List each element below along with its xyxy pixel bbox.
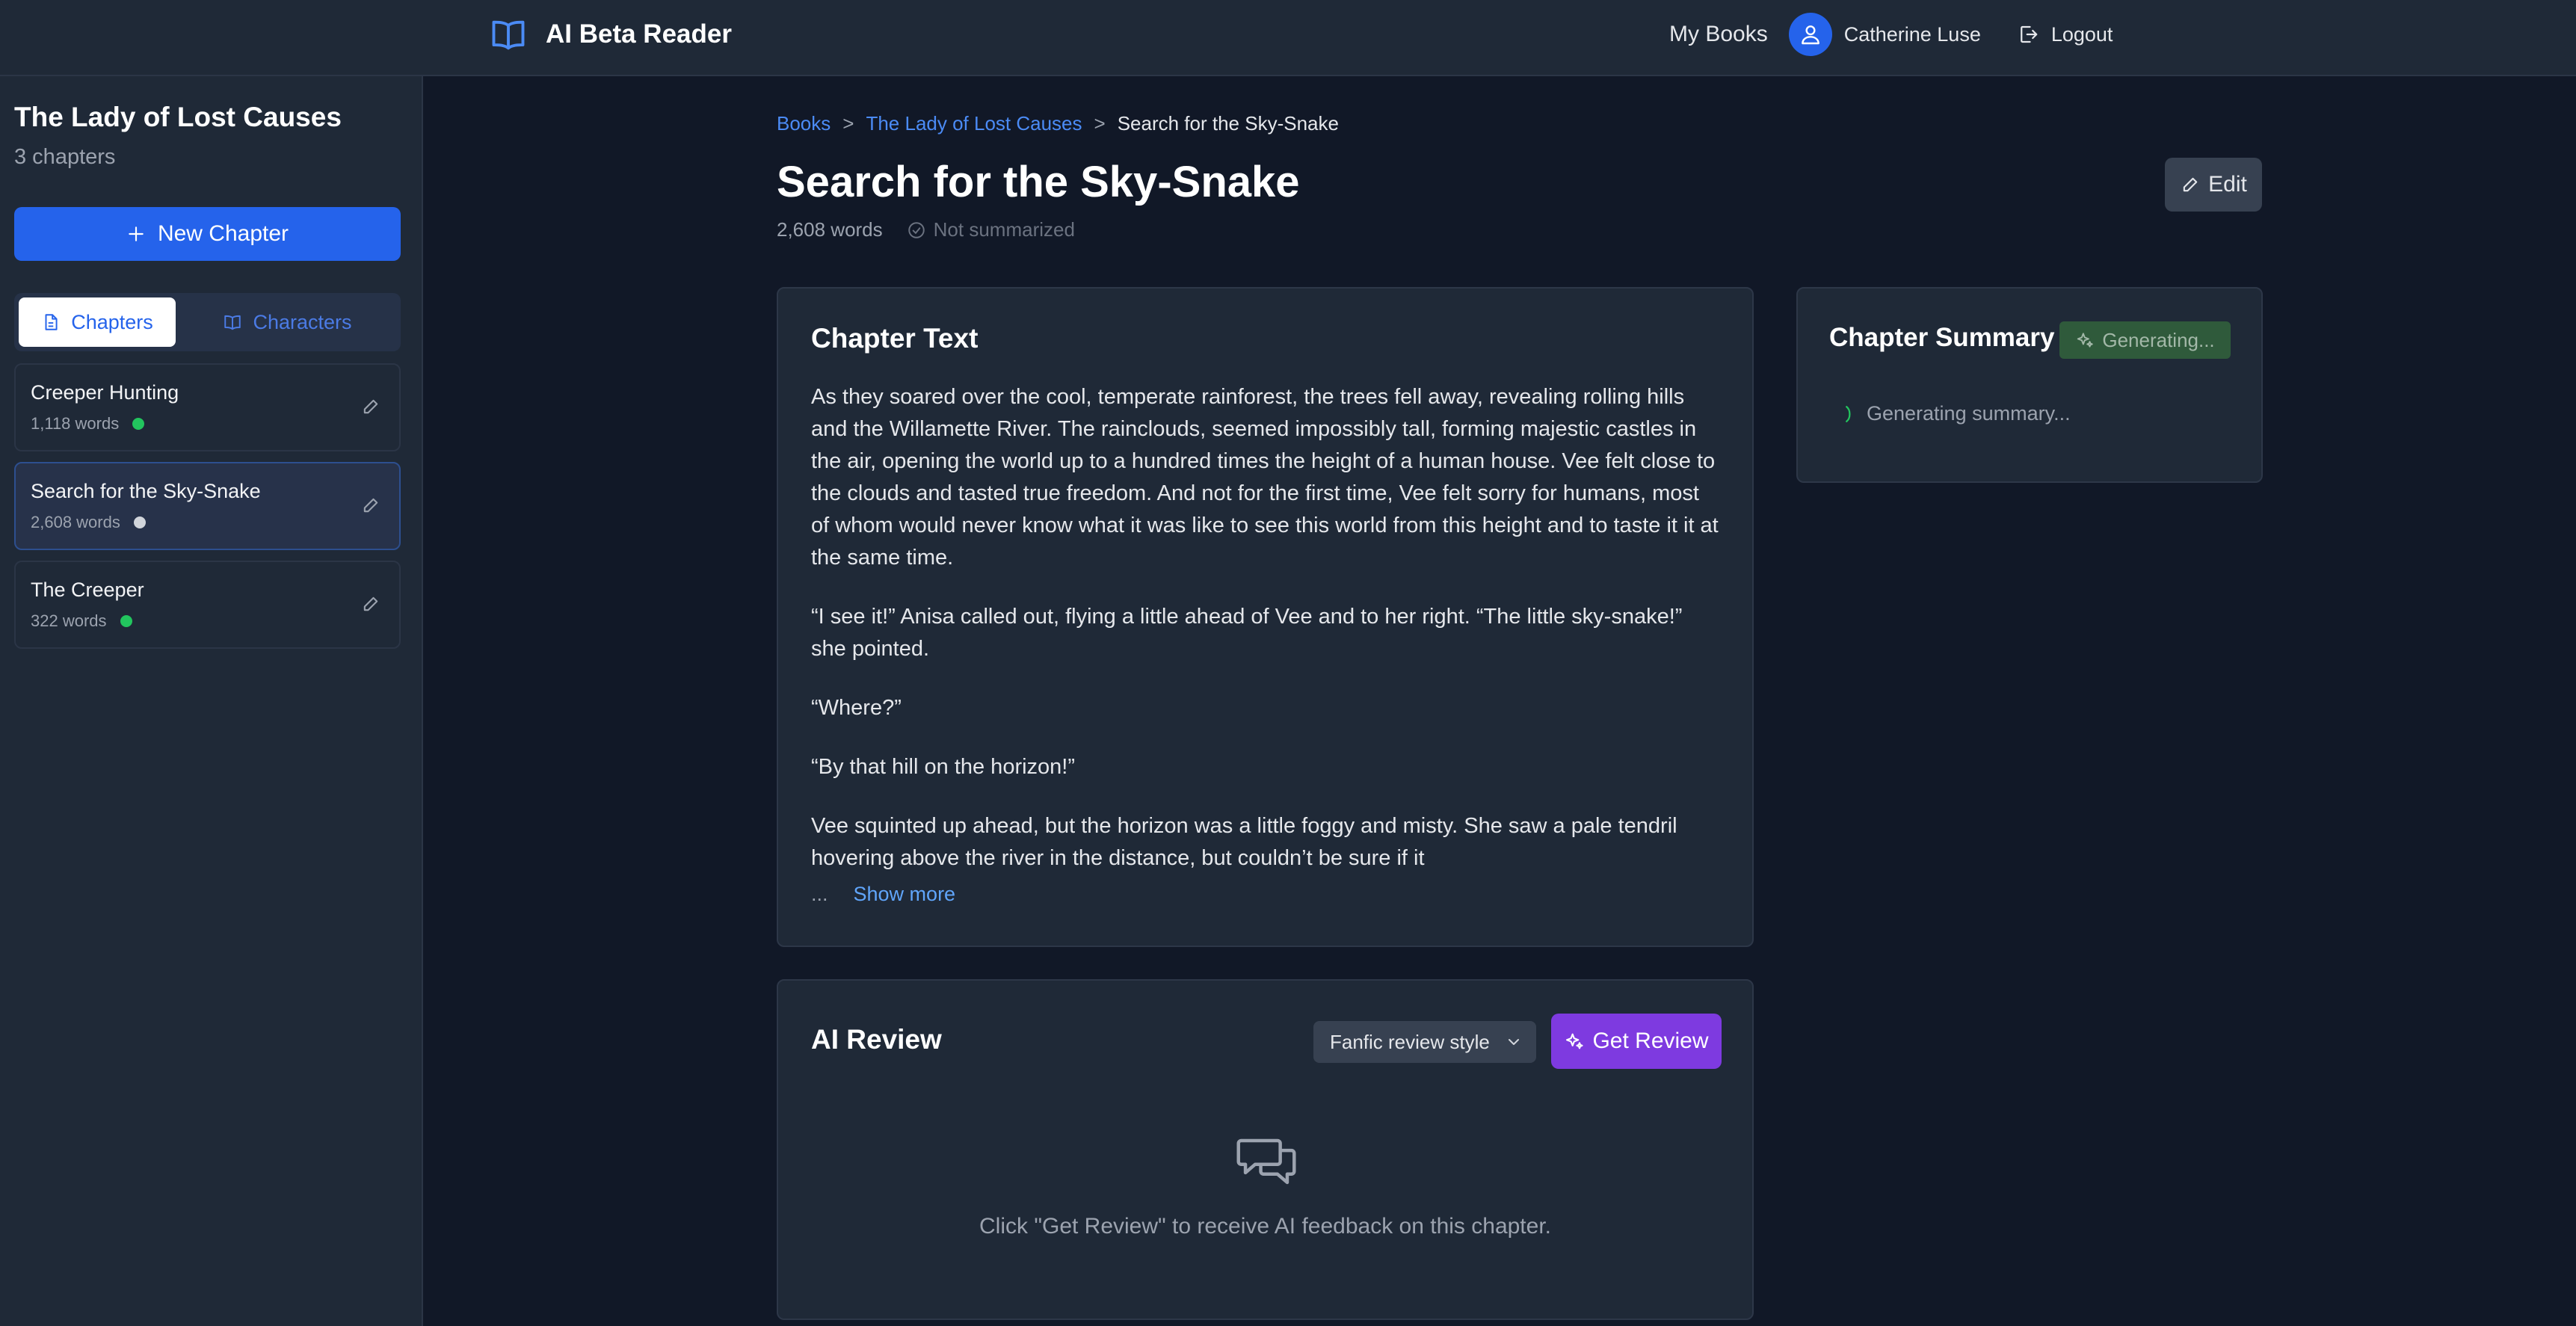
document-icon (45, 314, 58, 330)
breadcrumb-book[interactable]: The Lady of Lost Causes (866, 112, 1082, 135)
status-dot-icon (132, 418, 145, 430)
book-title: The Lady of Lost Causes (14, 102, 342, 132)
breadcrumb: Books > The Lady of Lost Causes > Search… (777, 112, 1339, 135)
summary-status-label: Not summarized (933, 218, 1075, 241)
pencil-icon[interactable] (360, 593, 381, 614)
tab-characters-label: Characters (253, 310, 352, 333)
chapter-text-body: As they soared over the cool, temperate … (811, 381, 1723, 901)
user-icon (1801, 25, 1819, 45)
new-chapter-label: New Chapter (157, 221, 289, 246)
check-circle-icon (908, 221, 925, 238)
chapter-item-title: Search for the Sky-Snake (31, 480, 261, 502)
book-icon (224, 315, 241, 330)
review-style-select[interactable]: Fanfic review style (1313, 1021, 1536, 1063)
generating-status: Generating summary... (1843, 402, 2071, 425)
chapter-summary-heading: Chapter Summary (1829, 323, 2055, 352)
sidebar: The Lady of Lost Causes 3 chapters New C… (0, 76, 423, 1326)
avatar[interactable] (1788, 13, 1832, 56)
show-more-row: ... Show more (811, 883, 955, 906)
logout-label: Logout (2050, 22, 2113, 46)
status-dot-icon (120, 615, 132, 627)
chapter-item-creeper-hunting[interactable]: Creeper Hunting 1,118 words (14, 363, 401, 451)
chapter-item-words: 322 words (31, 611, 107, 630)
chevron-down-icon (1509, 1039, 1519, 1045)
user-name: Catherine Luse (1843, 22, 1981, 46)
tab-characters[interactable]: Characters (179, 297, 396, 347)
sparkles-icon (2077, 333, 2094, 348)
review-empty-message: Click "Get Review" to receive AI feedbac… (979, 1214, 1551, 1239)
plus-icon (129, 226, 144, 241)
breadcrumb-separator: > (1094, 112, 1106, 135)
spinner-icon (1846, 405, 1851, 422)
page-title: Search for the Sky-Snake (777, 158, 1300, 206)
sparkles-icon (1566, 1033, 1584, 1049)
word-count: 2,608 words (777, 218, 883, 241)
ai-review-heading: AI Review (811, 1024, 942, 1055)
get-review-button[interactable]: Get Review (1551, 1014, 1722, 1069)
edit-button[interactable]: Edit (2165, 158, 2262, 212)
ai-review-card: AI Review Fanfic review style Get Review… (777, 979, 1754, 1320)
summary-status: Not summarized (907, 218, 1075, 241)
breadcrumb-books[interactable]: Books (777, 112, 831, 135)
breadcrumb-separator: > (842, 112, 854, 135)
chapter-paragraph: “I see it!” Anisa called out, flying a l… (811, 605, 1683, 661)
my-books-link[interactable]: My Books (1669, 22, 1768, 47)
top-navbar: AI Beta Reader My Books Catherine Luse L… (0, 0, 2576, 76)
generating-badge-label: Generating... (2102, 328, 2215, 351)
chapter-summary-card: Chapter Summary Generating... Generating… (1796, 287, 2263, 483)
ellipsis: ... (811, 883, 828, 905)
sidebar-tabs: Chapters Characters (14, 293, 401, 351)
edit-label: Edit (2208, 172, 2247, 197)
chapter-paragraph: “Where?” (811, 696, 902, 720)
chapter-paragraph: “By that hill on the horizon!” (811, 755, 1076, 779)
chapter-paragraph: As they soared over the cool, temperate … (811, 385, 1719, 570)
review-style-value: Fanfic review style (1330, 1030, 1490, 1053)
brand[interactable]: AI Beta Reader (489, 13, 732, 55)
chapter-count: 3 chapters (14, 145, 116, 169)
tab-chapters[interactable]: Chapters (19, 297, 176, 347)
breadcrumb-current: Search for the Sky-Snake (1117, 112, 1339, 135)
tab-chapters-label: Chapters (71, 310, 153, 333)
chapter-text-heading: Chapter Text (811, 323, 979, 354)
chapter-list: Creeper Hunting 1,118 words Search for t… (14, 363, 401, 659)
show-more-button[interactable]: Show more (854, 883, 956, 906)
get-review-label: Get Review (1592, 1029, 1709, 1053)
pencil-icon[interactable] (360, 495, 381, 516)
chapter-item-the-creeper[interactable]: The Creeper 322 words (14, 561, 401, 649)
chapter-item-title: Creeper Hunting (31, 381, 179, 404)
chapter-item-search-for-the-sky-snake[interactable]: Search for the Sky-Snake 2,608 words (14, 462, 401, 550)
chapter-paragraph: Vee squinted up ahead, but the horizon w… (811, 814, 1677, 870)
chat-bubbles-icon (1236, 1138, 1296, 1185)
chapter-item-title: The Creeper (31, 579, 144, 601)
chapter-item-words: 1,118 words (31, 414, 120, 433)
logout-icon (2020, 25, 2038, 43)
new-chapter-button[interactable]: New Chapter (14, 207, 401, 261)
pencil-icon (2183, 177, 2198, 192)
app-name: AI Beta Reader (546, 19, 732, 49)
open-book-icon (492, 20, 525, 50)
chapter-item-words: 2,608 words (31, 513, 120, 531)
generating-badge: Generating... (2059, 321, 2231, 359)
pencil-icon[interactable] (360, 396, 381, 417)
chapter-text-card: Chapter Text As they soared over the coo… (777, 287, 1754, 947)
status-dot-icon (133, 516, 146, 528)
generating-status-label: Generating summary... (1867, 402, 2071, 425)
chapter-meta: 2,608 words Not summarized (777, 218, 1075, 241)
logout-button[interactable]: Logout (2017, 23, 2113, 46)
